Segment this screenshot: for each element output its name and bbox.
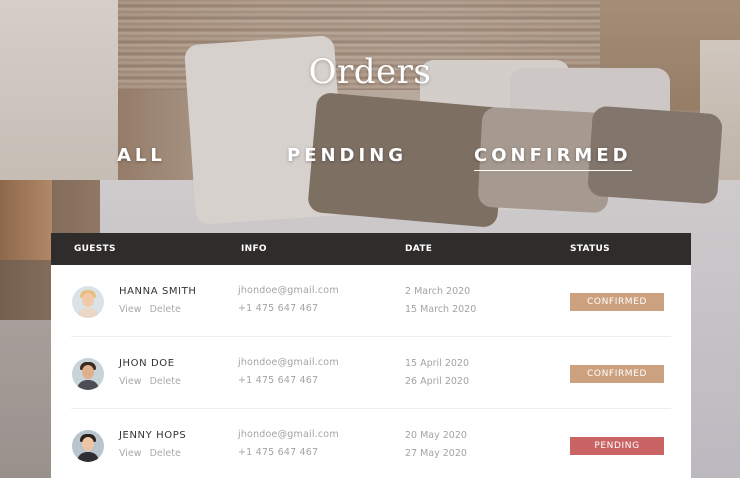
guest-phone: +1 475 647 467 [238,303,319,314]
guest-phone: +1 475 647 467 [238,375,319,386]
page-title: Orders [308,52,432,92]
avatar [72,358,104,390]
date-from: 20 May 2020 [405,430,467,441]
guest-email: jhondoe@gmail.com [238,285,339,296]
status-badge: CONFIRMED [570,365,664,383]
table-row: HANNA SMITH View Delete jhondoe@gmail.co… [51,265,691,337]
view-link[interactable]: View [119,304,142,315]
guest-name: JENNY HOPS [119,430,187,441]
tab-pending[interactable]: PENDING [287,145,407,170]
table-row: JHON DOE View Delete jhondoe@gmail.com +… [51,337,691,409]
row-actions: View Delete [119,448,181,459]
tab-confirmed[interactable]: CONFIRMED [474,145,632,171]
guest-phone: +1 475 647 467 [238,447,319,458]
tab-all[interactable]: ALL [117,145,166,170]
date-from: 15 April 2020 [405,358,470,369]
guest-name: JHON DOE [119,358,175,369]
row-actions: View Delete [119,304,181,315]
delete-link[interactable]: Delete [150,448,181,459]
guest-email: jhondoe@gmail.com [238,429,339,440]
guest-name: HANNA SMITH [119,286,197,297]
guest-email: jhondoe@gmail.com [238,357,339,368]
column-header-info: INFO [241,244,267,254]
avatar [72,430,104,462]
column-header-guests: GUESTS [74,244,116,254]
status-badge: PENDING [570,437,664,455]
avatar [72,286,104,318]
column-header-date: DATE [405,244,433,254]
date-to: 27 May 2020 [405,448,467,459]
date-to: 26 April 2020 [405,376,470,387]
column-header-status: STATUS [570,244,610,254]
view-link[interactable]: View [119,448,142,459]
orders-table: GUESTS INFO DATE STATUS HANNA SMITH View… [51,233,691,478]
table-row: JENNY HOPS View Delete jhondoe@gmail.com… [51,409,691,478]
row-actions: View Delete [119,376,181,387]
status-badge: CONFIRMED [570,293,664,311]
view-link[interactable]: View [119,376,142,387]
delete-link[interactable]: Delete [150,376,181,387]
delete-link[interactable]: Delete [150,304,181,315]
date-from: 2 March 2020 [405,286,471,297]
table-header: GUESTS INFO DATE STATUS [51,233,691,265]
date-to: 15 March 2020 [405,304,477,315]
